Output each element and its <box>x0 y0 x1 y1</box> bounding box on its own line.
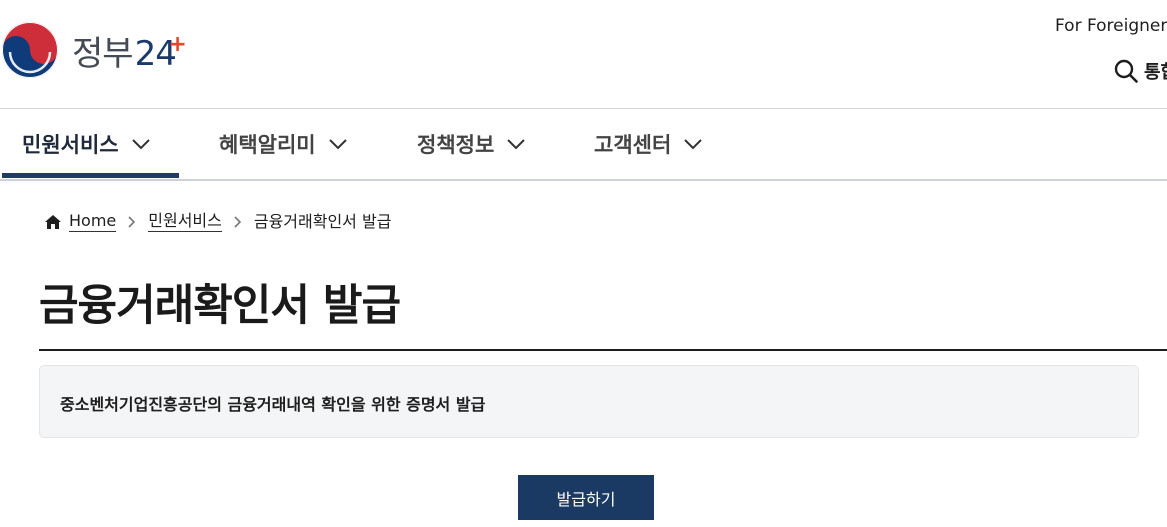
breadcrumb-home-link[interactable]: Home <box>69 211 117 232</box>
unified-search-button[interactable]: 통합 <box>1114 58 1167 84</box>
site-header: 정부 24+ For Foreigner 통합 <box>0 0 1167 109</box>
breadcrumb-current: 금융거래확인서 발급 <box>253 211 392 231</box>
nav-item-benefit-alert[interactable]: 혜택알리미 <box>219 109 348 179</box>
chevron-down-icon <box>684 139 702 150</box>
nav-item-label: 혜택알리미 <box>219 133 316 157</box>
search-label: 통합 <box>1144 62 1167 83</box>
page-title: 금융거래확인서 발급 <box>39 281 401 331</box>
nav-item-policy-info[interactable]: 정책정보 <box>417 109 526 179</box>
nav-item-civil-service[interactable]: 민원서비스 <box>22 109 151 179</box>
nav-item-label: 고객센터 <box>594 133 672 157</box>
nav-item-customer-center[interactable]: 고객센터 <box>594 109 703 179</box>
logo-plus: + <box>168 31 186 57</box>
breadcrumb: Home 민원서비스 금융거래확인서 발급 <box>44 211 391 232</box>
gov24-logo[interactable]: 정부 24 + <box>2 22 187 78</box>
service-description-box: 중소벤처기업진흥공단의 금융거래내역 확인을 위한 증명서 발급 <box>39 365 1139 438</box>
nav-item-label: 민원서비스 <box>22 133 119 157</box>
chevron-right-icon <box>234 215 241 228</box>
service-description: 중소벤처기업진흥공단의 금융거래내역 확인을 위한 증명서 발급 <box>60 395 486 414</box>
breadcrumb-civil-service-link[interactable]: 민원서비스 <box>148 211 222 232</box>
nav-item-label: 정책정보 <box>417 133 495 157</box>
for-foreigner-link[interactable]: For Foreigner <box>1055 16 1167 36</box>
chevron-down-icon <box>131 139 150 150</box>
home-icon <box>45 214 61 229</box>
chevron-down-icon <box>328 139 347 150</box>
issue-button[interactable]: 발급하기 <box>518 475 654 520</box>
active-nav-indicator <box>2 173 179 178</box>
logo-number: 24 + <box>135 32 187 74</box>
taegeuk-emblem-icon <box>2 22 58 78</box>
logo-korean: 정부 <box>72 33 134 74</box>
main-navigation: 민원서비스 혜택알리미 정책정보 고객센터 <box>0 109 1167 181</box>
chevron-right-icon <box>128 215 136 228</box>
search-icon <box>1114 59 1138 83</box>
logo-wordmark: 정부 24 + <box>72 26 187 75</box>
chevron-down-icon <box>507 139 525 150</box>
title-divider <box>39 349 1167 351</box>
